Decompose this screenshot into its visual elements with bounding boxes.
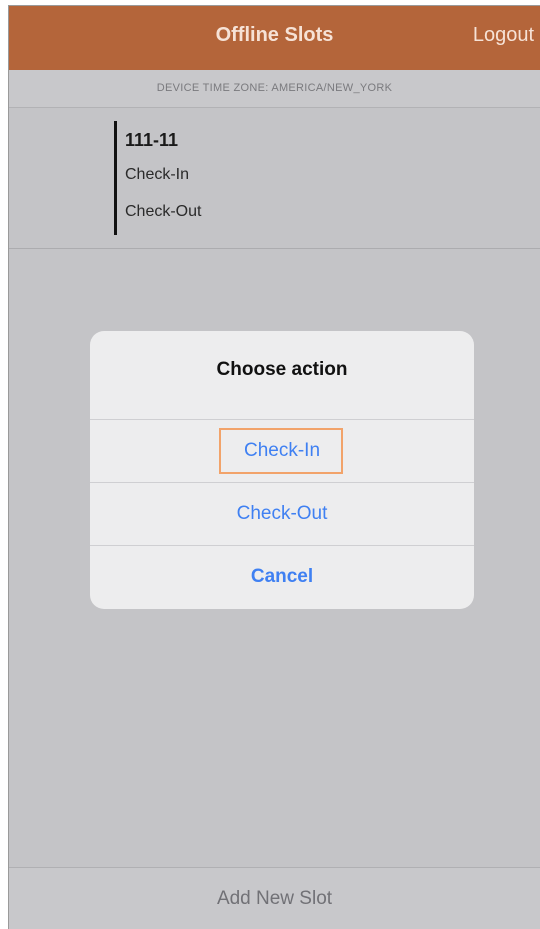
add-new-slot-button[interactable]: Add New Slot <box>9 888 540 910</box>
bottom-toolbar: Add New Slot <box>9 867 540 929</box>
timezone-label: DEVICE TIME ZONE: AMERICA/NEW_YORK <box>156 82 393 94</box>
slot-check-out-label: Check-Out <box>125 203 202 220</box>
app-screen: Offline Slots Logout DEVICE TIME ZONE: A… <box>8 5 540 929</box>
check-out-button[interactable]: Check-Out <box>90 483 474 545</box>
slot-name: 111-11 <box>125 130 179 150</box>
navigation-bar: Offline Slots Logout <box>9 6 540 70</box>
cancel-button[interactable]: Cancel <box>90 546 474 608</box>
timezone-banner: DEVICE TIME ZONE: AMERICA/NEW_YORK <box>9 70 540 108</box>
slot-indicator-bar <box>114 121 117 235</box>
action-sheet-dialog: Choose action Check-In Check-Out Cancel <box>90 331 474 609</box>
slot-list-item[interactable]: 111-11 Check-In Check-Out <box>9 108 540 249</box>
page-title: Offline Slots <box>215 24 334 46</box>
selection-highlight <box>219 428 343 474</box>
dialog-title: Choose action <box>216 359 348 380</box>
slot-check-in-label: Check-In <box>125 166 190 183</box>
logout-button[interactable]: Logout <box>473 24 534 47</box>
